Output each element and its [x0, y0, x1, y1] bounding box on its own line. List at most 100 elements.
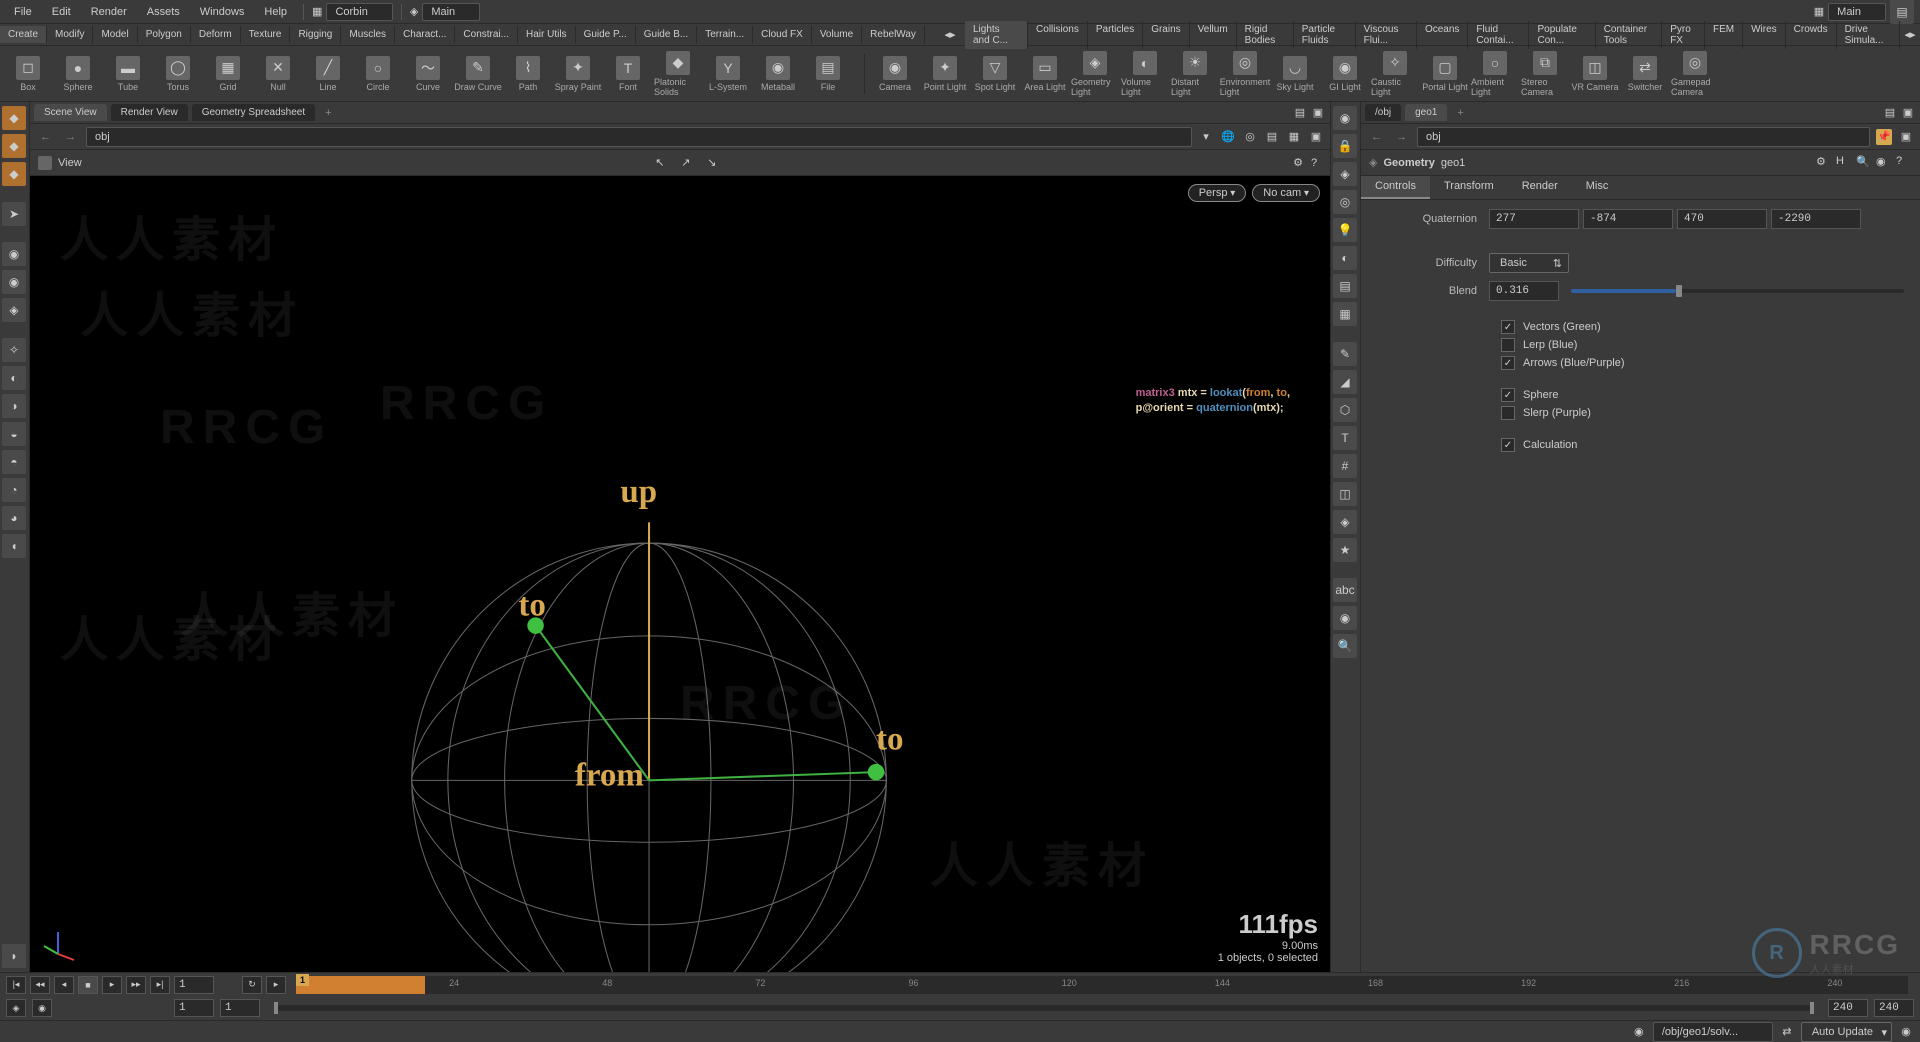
- nav-back[interactable]: ←: [36, 129, 55, 145]
- tool-spray-paint[interactable]: ✦Spray Paint: [554, 49, 602, 99]
- tool-gi-light[interactable]: ◉GI Light: [1321, 49, 1369, 99]
- tool-g[interactable]: ◒: [2, 422, 26, 446]
- rt-18[interactable]: ◉: [1333, 606, 1357, 630]
- ph-2[interactable]: H: [1836, 155, 1852, 171]
- rt-1[interactable]: ◉: [1333, 106, 1357, 130]
- check-calculation[interactable]: Calculation: [1369, 438, 1912, 452]
- shelf-tab[interactable]: Hair Utils: [518, 26, 576, 43]
- shelf-tab[interactable]: Particles: [1088, 21, 1143, 49]
- tool-i[interactable]: ◔: [2, 478, 26, 502]
- tool-box[interactable]: ◻Box: [4, 49, 52, 99]
- quat-y[interactable]: [1583, 209, 1673, 229]
- ph-3[interactable]: 🔍: [1856, 155, 1872, 171]
- tool-torus[interactable]: ◯Torus: [154, 49, 202, 99]
- shelf-tab[interactable]: Texture: [241, 26, 291, 43]
- check-lerp-blue-[interactable]: Lerp (Blue): [1369, 338, 1912, 352]
- cook-path[interactable]: /obj/geo1/solv...: [1653, 1022, 1773, 1042]
- shelf-tab[interactable]: Lights and C...: [965, 21, 1028, 49]
- shelf-tab[interactable]: Container Tools: [1596, 21, 1663, 49]
- tool-ambient-light[interactable]: ○Ambient Light: [1471, 49, 1519, 99]
- tool-volume-light[interactable]: ◐Volume Light: [1121, 49, 1169, 99]
- check-arrows-blue-purple-[interactable]: Arrows (Blue/Purple): [1369, 356, 1912, 370]
- end-field[interactable]: [1874, 999, 1914, 1017]
- tool-c[interactable]: ◈: [2, 298, 26, 322]
- last-frame-button[interactable]: ▸|: [150, 976, 170, 994]
- pane-tab[interactable]: geo1: [1405, 104, 1447, 121]
- quat-x[interactable]: [1489, 209, 1579, 229]
- shelf-tab[interactable]: Muscles: [341, 26, 395, 43]
- shelf-tab[interactable]: Particle Fluids: [1294, 21, 1356, 49]
- menu-assets[interactable]: Assets: [139, 4, 188, 20]
- menu-file[interactable]: File: [6, 4, 40, 20]
- tool-camera[interactable]: ◉Camera: [871, 49, 919, 99]
- tool-sphere[interactable]: ●Sphere: [54, 49, 102, 99]
- tool-tube[interactable]: ▬Tube: [104, 49, 152, 99]
- tool-h[interactable]: ◓: [2, 450, 26, 474]
- tool-curve[interactable]: ～Curve: [404, 49, 452, 99]
- frame-field[interactable]: [174, 976, 214, 994]
- rt-7[interactable]: ▤: [1333, 274, 1357, 298]
- path-icon-1[interactable]: ▾: [1198, 129, 1214, 145]
- rt-14[interactable]: ◫: [1333, 482, 1357, 506]
- rt-12[interactable]: T: [1333, 426, 1357, 450]
- range-end-field[interactable]: [1828, 999, 1868, 1017]
- rt-17[interactable]: abc: [1333, 578, 1357, 602]
- tl-opt-2[interactable]: ◉: [32, 999, 52, 1017]
- prev-key-button[interactable]: ◂◂: [30, 976, 50, 994]
- rt-10[interactable]: ◢: [1333, 370, 1357, 394]
- path-r-icon-2[interactable]: ▣: [1898, 129, 1914, 145]
- shelf-tab[interactable]: RebelWay: [862, 26, 925, 43]
- shelf-tab[interactable]: Oceans: [1417, 21, 1468, 49]
- rt-15[interactable]: ◈: [1333, 510, 1357, 534]
- shelf-tab[interactable]: Constrai...: [455, 26, 518, 43]
- tool-distant-light[interactable]: ☀Distant Light: [1171, 49, 1219, 99]
- pane-r-icon-2[interactable]: ▣: [1900, 105, 1916, 121]
- path-icon-4[interactable]: ▤: [1264, 129, 1280, 145]
- tool-file[interactable]: ▤File: [804, 49, 852, 99]
- param-tab-render[interactable]: Render: [1508, 176, 1572, 199]
- pane-tab[interactable]: Render View: [111, 104, 188, 121]
- pane-tab[interactable]: Geometry Spreadsheet: [192, 104, 315, 121]
- tool-environment-light[interactable]: ◎Environment Light: [1221, 49, 1269, 99]
- node-name[interactable]: geo1: [1441, 157, 1465, 169]
- tool-caustic-light[interactable]: ✧Caustic Light: [1371, 49, 1419, 99]
- shelf-tab[interactable]: Crowds: [1786, 21, 1837, 49]
- rt-16[interactable]: ★: [1333, 538, 1357, 562]
- first-frame-button[interactable]: |◂: [6, 976, 26, 994]
- viewport[interactable]: Persp ▾ No cam ▾: [30, 176, 1330, 972]
- snap-icon-1[interactable]: ↖: [651, 154, 669, 172]
- path-field-right[interactable]: obj: [1417, 127, 1870, 147]
- auto-update-select[interactable]: Auto Update▾: [1801, 1022, 1892, 1042]
- pane-r-icon-1[interactable]: ▤: [1882, 105, 1898, 121]
- path-icon-2[interactable]: 🌐: [1220, 129, 1236, 145]
- quat-w[interactable]: [1771, 209, 1861, 229]
- tool-portal-light[interactable]: ▢Portal Light: [1421, 49, 1469, 99]
- rt-19[interactable]: 🔍: [1333, 634, 1357, 658]
- desktop-dropdown[interactable]: Main: [422, 3, 480, 21]
- shelf-tab[interactable]: Create: [0, 26, 47, 43]
- tool-spot-light[interactable]: ▽Spot Light: [971, 49, 1019, 99]
- rt-4[interactable]: ◎: [1333, 190, 1357, 214]
- shelf-tab[interactable]: Vellum: [1190, 21, 1237, 49]
- play-button[interactable]: ■: [78, 976, 98, 994]
- tool-line[interactable]: ╱Line: [304, 49, 352, 99]
- pane-icon-1[interactable]: ▤: [1292, 105, 1308, 121]
- shelf-tab[interactable]: Charact...: [395, 26, 455, 43]
- menu-edit[interactable]: Edit: [44, 4, 79, 20]
- check-vectors-green-[interactable]: Vectors (Green): [1369, 320, 1912, 334]
- view-help-icon[interactable]: ?: [1306, 155, 1322, 171]
- nav-fwd[interactable]: →: [61, 129, 80, 145]
- tool-platonic-solids[interactable]: ◆Platonic Solids: [654, 49, 702, 99]
- tool-grid[interactable]: ▦Grid: [204, 49, 252, 99]
- tool-gamepad-camera[interactable]: ◎Gamepad Camera: [1671, 49, 1719, 99]
- select-tool[interactable]: ◆: [2, 106, 26, 130]
- tool-sky-light[interactable]: ◡Sky Light: [1271, 49, 1319, 99]
- param-tab-controls[interactable]: Controls: [1361, 176, 1430, 199]
- tool-draw-curve[interactable]: ✎Draw Curve: [454, 49, 502, 99]
- shelf-tab[interactable]: FEM: [1705, 21, 1743, 49]
- menu-help[interactable]: Help: [256, 4, 295, 20]
- path-icon-3[interactable]: ◎: [1242, 129, 1258, 145]
- tool-e[interactable]: ◐: [2, 366, 26, 390]
- tool-switcher[interactable]: ⇄Switcher: [1621, 49, 1669, 99]
- tool-stereo-camera[interactable]: ⧉Stereo Camera: [1521, 49, 1569, 99]
